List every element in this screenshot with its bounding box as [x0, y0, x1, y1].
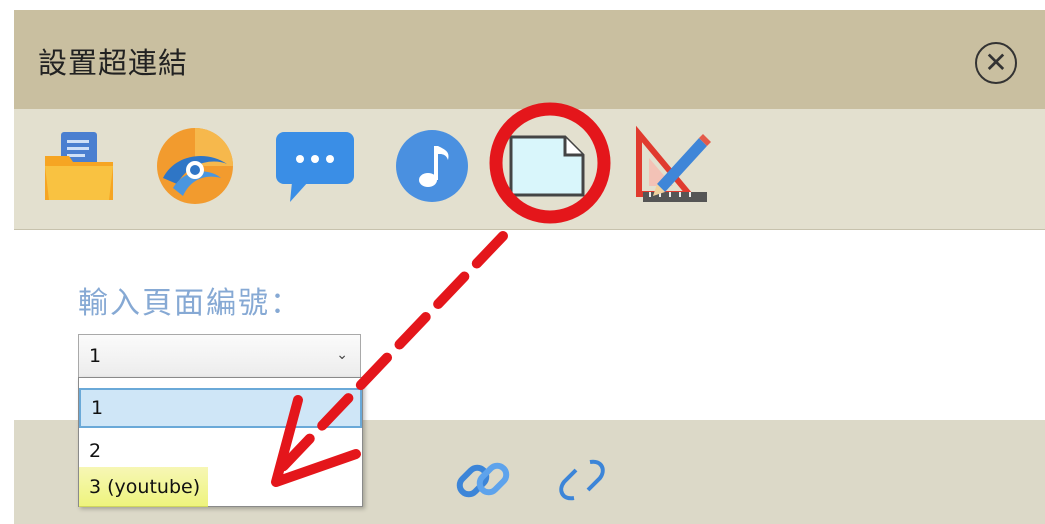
option-3-youtube[interactable]: 3 (youtube) [79, 467, 209, 507]
tool-draw[interactable] [626, 121, 716, 211]
dialog-titlebar: 設置超連結 ✕ [14, 10, 1045, 109]
page-number-label: 輸入頁面編號： [78, 286, 302, 321]
page-number-select[interactable]: 1 ⌄ [78, 334, 361, 378]
web-link-icon [157, 128, 233, 204]
select-value: 1 [89, 345, 102, 367]
link-type-toolbar [14, 109, 1045, 230]
tool-web[interactable] [150, 121, 240, 211]
tool-comment[interactable] [270, 121, 360, 211]
page-icon [509, 135, 585, 197]
tool-file[interactable] [34, 121, 124, 211]
unlink-icon[interactable] [552, 450, 612, 510]
dialog-title: 設置超連結 [38, 46, 189, 80]
tool-page[interactable] [502, 121, 592, 211]
chevron-down-icon: ⌄ [336, 347, 348, 363]
link-icon[interactable] [454, 450, 514, 510]
chat-bubble-icon [276, 132, 354, 202]
option-1[interactable]: 1 [79, 388, 362, 428]
ruler-pencil-icon [636, 125, 711, 202]
close-icon: ✕ [984, 46, 1008, 79]
file-folder-icon [45, 132, 113, 200]
option-2[interactable]: 2 [79, 431, 362, 471]
page-number-options: 1 2 3 (youtube) [78, 377, 363, 507]
music-note-icon [396, 130, 468, 202]
close-button[interactable]: ✕ [975, 42, 1017, 84]
tool-audio[interactable] [387, 121, 477, 211]
